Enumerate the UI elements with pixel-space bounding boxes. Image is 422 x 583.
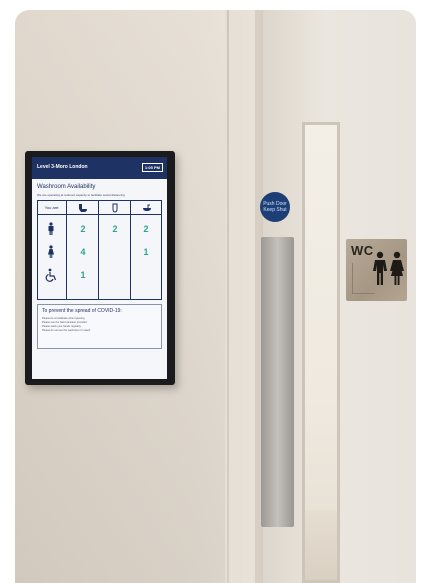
door-window xyxy=(302,122,340,583)
toilet-icon xyxy=(78,203,87,212)
display-location-title: Level 3-Moro London xyxy=(37,164,88,170)
wc-label: WC xyxy=(351,243,374,258)
covid-notice: To prevent the spread of COVID-19: Pleas… xyxy=(37,304,162,349)
display-header: Level 3-Moro London 1:05 PM xyxy=(32,157,167,179)
corridor-floor xyxy=(305,510,337,580)
sink-column-header xyxy=(131,201,162,215)
woman-icon xyxy=(48,245,54,258)
push-plate xyxy=(261,237,294,527)
man-pictogram-icon xyxy=(373,251,387,285)
availability-heading: Washroom Availability xyxy=(37,184,96,190)
men-sink-count: 2 xyxy=(143,224,149,234)
push-door-sign: Push Door Keep Shut xyxy=(260,192,290,222)
men-urinal-count: 2 xyxy=(112,224,118,234)
urinal-column-header xyxy=(99,201,131,215)
availability-table: You are: 2 2 2 4 1 1 xyxy=(37,200,162,300)
men-toilet-count: 2 xyxy=(80,224,86,234)
push-door-line2: Keep Shut xyxy=(263,207,287,213)
accessible-toilet-count: 1 xyxy=(80,270,86,280)
man-icon xyxy=(48,222,54,235)
woman-pictogram-icon xyxy=(390,251,404,285)
women-toilet-count: 4 xyxy=(80,247,86,257)
display-clock: 1:05 PM xyxy=(141,163,163,172)
urinal-icon xyxy=(112,203,117,213)
sink-icon xyxy=(142,204,151,211)
availability-subtitle: We are operating at reduced capacity to … xyxy=(37,193,125,197)
covid-notice-title: To prevent the spread of COVID-19: xyxy=(42,308,122,314)
accessible-icon xyxy=(45,268,57,282)
photo: Push Door Keep Shut WC Level 3-Moro Lond… xyxy=(15,10,416,583)
covid-guidance-list: Please be considerate when queuing Pleas… xyxy=(42,317,158,333)
women-sink-count: 1 xyxy=(143,247,149,257)
covid-guidance-item: Please do not use the washroom if unwell xyxy=(42,329,90,332)
wc-sign: WC xyxy=(346,239,407,301)
info-display: Level 3-Moro London 1:05 PM Washroom Ava… xyxy=(25,151,175,385)
wall-corner xyxy=(227,10,229,583)
display-screen: Level 3-Moro London 1:05 PM Washroom Ava… xyxy=(32,157,167,379)
toilet-column-header xyxy=(67,201,99,215)
table-corner-label: You are: xyxy=(38,201,67,215)
